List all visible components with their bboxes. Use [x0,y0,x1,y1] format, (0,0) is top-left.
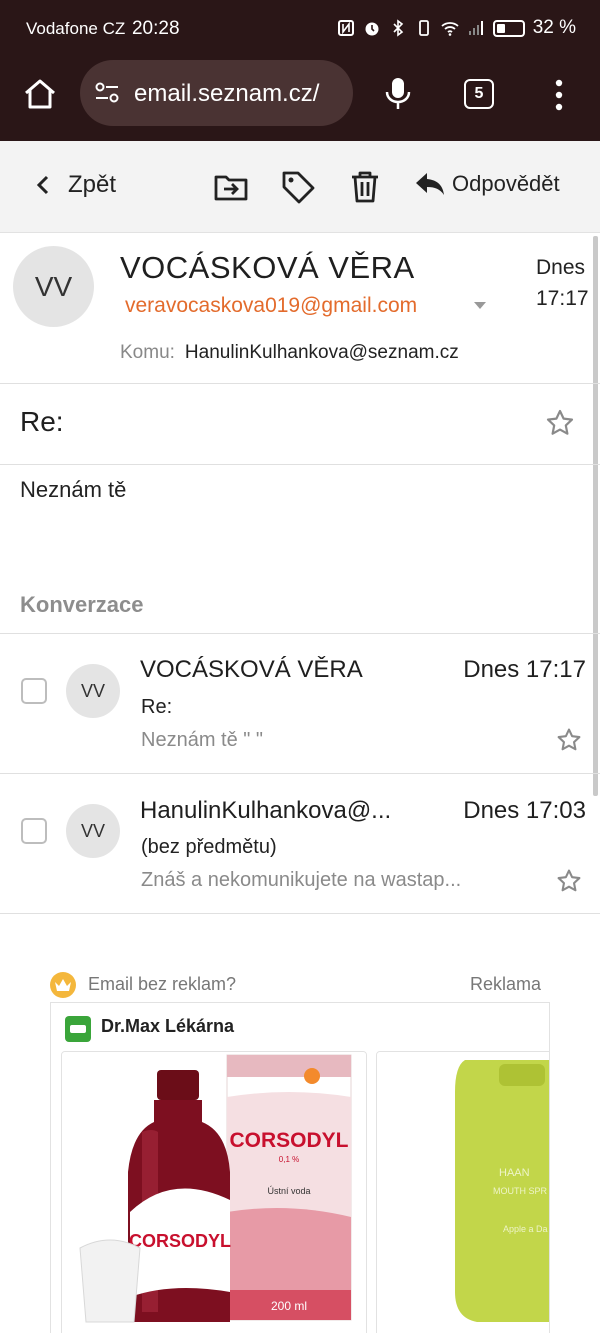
signal-icon [468,21,483,35]
corsodyl-product-image: CORSODYL 0,1 % Ústní voda 200 ml CORSODY… [62,1052,366,1333]
product-volume: 200 ml [271,1299,307,1313]
conversation-subject: (bez předmětu) [141,836,277,858]
conversation-date: Dnes 17:03 [463,797,586,824]
select-checkbox[interactable] [21,678,47,704]
select-checkbox[interactable] [21,818,47,844]
status-carrier: Vodafone CZ 20:28 [26,18,180,40]
conversation-from: HanulinKulhankova@... [140,797,392,824]
back-button[interactable]: Zpět [36,171,116,199]
status-bar: Vodafone CZ 20:28 32 % [0,0,600,56]
message-date-time: 17:17 [536,287,589,310]
tag-icon[interactable] [280,169,316,205]
product-brand: CORSODYL [229,1129,348,1152]
conversation-title: Konverzace [20,592,144,617]
reply-label: Odpovědět [452,171,560,196]
nfc-icon [337,20,354,36]
product-type: Ústní voda [267,1186,310,1196]
sender-avatar: VV [13,246,94,327]
conversation-snippet: Neznám tě " " [141,729,264,751]
product-strength: 0,1 % [279,1155,299,1164]
move-to-folder-icon[interactable] [213,169,249,205]
site-settings-icon[interactable] [94,81,120,105]
back-label: Zpět [68,171,117,198]
ad-label: Reklama [470,974,542,994]
avatar: VV [66,804,120,858]
status-icons: 32 % [337,17,576,39]
recipient-row: Komu: HanulinKulhankova@seznam.cz [120,342,504,364]
ad-banner[interactable]: Dr.Max Lékárna CORSODYL 0,1 % Ústní voda… [50,1002,550,1333]
carrier-name: Vodafone CZ [26,19,126,38]
vibrate-icon [418,20,429,36]
star-icon[interactable] [556,727,582,753]
star-icon[interactable] [556,868,582,894]
product2-flavor: Apple a Da [503,1224,548,1234]
product2-line: MOUTH SPR [493,1186,548,1196]
alarm-icon [365,22,379,36]
divider [0,383,600,384]
conversation-from: VOCÁSKOVÁ VĚRA [140,656,363,683]
chevron-down-icon[interactable] [474,302,486,310]
crown-icon[interactable] [50,972,76,998]
product2-brand: HAAN [499,1167,530,1179]
reply-button[interactable]: Odpovědět [414,171,560,197]
message-date-day: Dnes [536,256,586,279]
more-menu-icon[interactable] [553,78,565,112]
sender-email[interactable]: veravocaskova019@gmail.com [125,294,417,318]
recipient-label: Komu: [120,342,175,363]
avatar: VV [66,664,120,718]
divider [0,464,600,465]
drmax-logo-icon [65,1016,91,1042]
microphone-icon[interactable] [383,76,413,112]
mail-toolbar: Zpět Odpovědět [0,141,600,233]
conversation-subject: Re: [141,696,173,718]
conversation-date: Dnes 17:17 [463,656,586,683]
chevron-left-icon [36,175,49,195]
recipient-address: HanulinKulhankova@seznam.cz [184,342,459,363]
home-icon[interactable] [20,74,60,114]
ad-product-card[interactable]: CORSODYL 0,1 % Ústní voda 200 ml CORSODY… [61,1051,367,1333]
scrollbar[interactable] [593,236,598,796]
message-body: Neznám tě [20,477,127,502]
divider [0,633,600,634]
trash-icon[interactable] [347,169,383,205]
sender-name: VOCÁSKOVÁ VĚRA [120,250,415,285]
address-bar[interactable]: email.seznam.cz/ [80,60,353,126]
url-text[interactable]: email.seznam.cz/ [134,80,319,108]
message-subject: Re: [20,406,64,437]
browser-toolbar: email.seznam.cz/ 5 [0,60,600,128]
ad-brand: Dr.Max Lékárna [101,1016,235,1036]
status-time: 20:28 [131,18,180,39]
ad-free-link[interactable]: Email bez reklam? [88,974,236,995]
battery-percent: 32 % [532,17,576,38]
bluetooth-icon [393,19,403,37]
divider [0,773,600,774]
bottle-brand: CORSODYL [129,1231,231,1251]
message-date: Dnes 17:17 [536,252,589,314]
reply-icon [416,173,444,195]
browser-chrome: Vodafone CZ 20:28 32 % email.seznam.cz/ … [0,0,600,141]
battery-icon [492,19,525,37]
haan-product-image: HAAN MOUTH SPR Apple a Da [377,1052,549,1333]
conversation-snippet: Znáš a nekomunikujete na wastap... [141,869,462,891]
wifi-icon [441,22,459,36]
star-icon[interactable] [545,408,575,438]
tab-switcher-button[interactable]: 5 [464,79,494,109]
ad-product-card[interactable]: HAAN MOUTH SPR Apple a Da [376,1051,549,1333]
divider [0,913,600,914]
